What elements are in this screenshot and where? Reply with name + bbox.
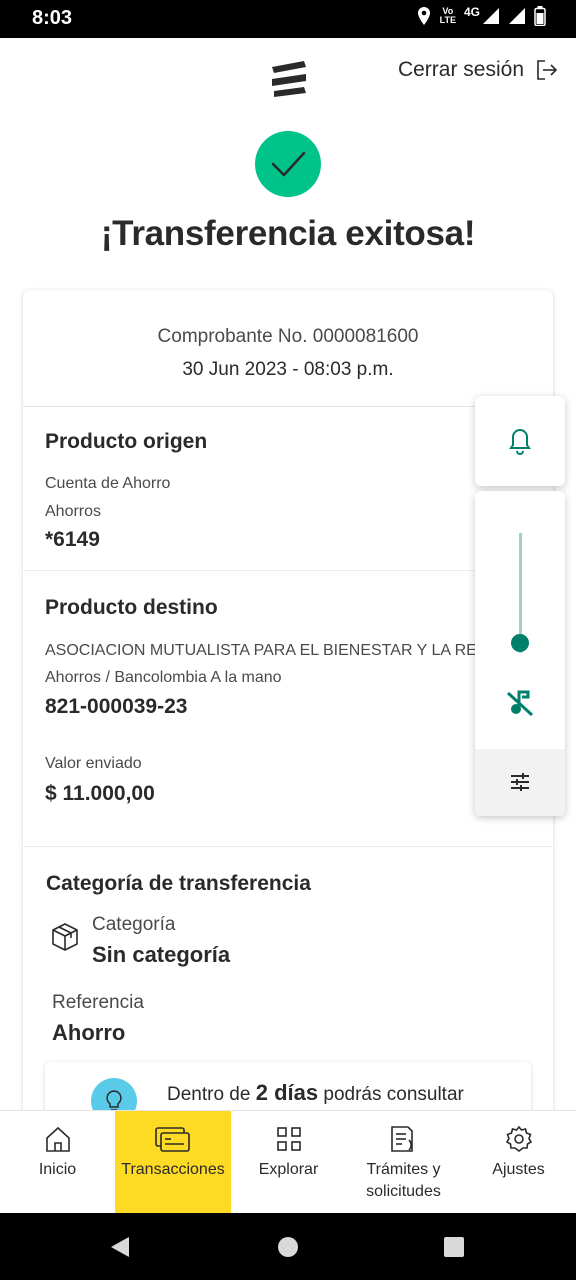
signal-icon: [483, 8, 499, 24]
recents-icon[interactable]: [443, 1236, 465, 1258]
reference-value: Ahorro: [52, 1020, 126, 1045]
receipt-date: 30 Jun 2023 - 08:03 p.m.: [182, 359, 394, 380]
app-header: Cerrar sesión: [0, 38, 576, 118]
divider: [23, 846, 553, 847]
music-off-icon[interactable]: [505, 688, 535, 718]
success-check-icon: [255, 131, 321, 197]
origin-account-subtype: Ahorros: [45, 503, 102, 520]
system-navigation-bar: [0, 1213, 576, 1280]
amount-label: Valor enviado: [45, 755, 142, 772]
accessibility-settings-button[interactable]: [475, 749, 565, 816]
nav-item-transacciones[interactable]: Transacciones: [115, 1111, 231, 1213]
status-icons: Vo LTE 4G: [416, 5, 546, 26]
back-icon[interactable]: [109, 1236, 131, 1258]
nav-item-explorar[interactable]: Explorar: [231, 1111, 346, 1213]
receipt-number: Comprobante No. 0000081600: [157, 326, 419, 347]
page-title: ¡Transferencia exitosa!: [100, 214, 476, 253]
origin-account-type: Cuenta de Ahorro: [45, 475, 171, 492]
home-icon: [45, 1126, 70, 1152]
category-value: Sin categoría: [92, 942, 231, 967]
nav-item-ajustes[interactable]: Ajustes: [461, 1111, 576, 1213]
transactions-icon: [155, 1127, 190, 1152]
location-icon: [417, 7, 430, 25]
amount-value: $ 11.000,00: [45, 782, 155, 805]
transfer-receipt-card: Comprobante No. 0000081600 30 Jun 2023 -…: [23, 290, 553, 1130]
status-bar: 8:03 Vo LTE 4G: [0, 0, 576, 38]
origin-title: Producto origen: [45, 430, 208, 453]
tune-icon: [511, 773, 529, 791]
home-circle-icon[interactable]: [277, 1236, 299, 1258]
network-type: 4G: [463, 5, 480, 19]
divider: [23, 570, 553, 571]
gear-icon: [505, 1125, 532, 1152]
bell-icon: [509, 428, 531, 455]
nav-item-inicio[interactable]: Inicio: [0, 1111, 115, 1213]
origin-account-number: *6149: [45, 528, 100, 551]
document-icon: [390, 1126, 413, 1152]
grid-icon: [276, 1127, 301, 1151]
volume-panel: [475, 491, 565, 816]
tip-text: Dentro de 2 días podrás consultar: [167, 1080, 464, 1105]
receipt-header: Comprobante No. 0000081600 30 Jun 2023 -…: [23, 290, 553, 407]
package-icon: [52, 923, 78, 951]
logout-icon: [537, 60, 558, 80]
logout-label: Cerrar sesión: [397, 58, 524, 81]
destination-name: ASOCIACION MUTUALISTA PARA EL BIENESTAR …: [45, 642, 506, 659]
bottom-navigation: Inicio Transacciones Explorar Trámites y…: [0, 1110, 576, 1214]
destination-detail: Ahorros / Bancolombia A la mano: [45, 669, 282, 686]
status-time: 8:03: [32, 7, 73, 29]
signal-icon-2: [509, 8, 525, 24]
notifications-button[interactable]: [475, 396, 565, 486]
logout-button[interactable]: Cerrar sesión: [398, 58, 558, 82]
destination-account-number: 821-000039-23: [45, 695, 188, 718]
category-section-title: Categoría de transferencia: [46, 872, 311, 895]
destination-title: Producto destino: [45, 596, 218, 619]
volte-icon: Vo LTE: [439, 6, 456, 25]
reference-label: Referencia: [52, 992, 144, 1013]
battery-icon: [534, 6, 546, 26]
nav-item-tramites[interactable]: Trámites y solicitudes: [346, 1111, 461, 1213]
category-label: Categoría: [92, 914, 176, 935]
bancolombia-logo: [272, 61, 306, 97]
volume-slider-thumb[interactable]: [511, 634, 529, 653]
